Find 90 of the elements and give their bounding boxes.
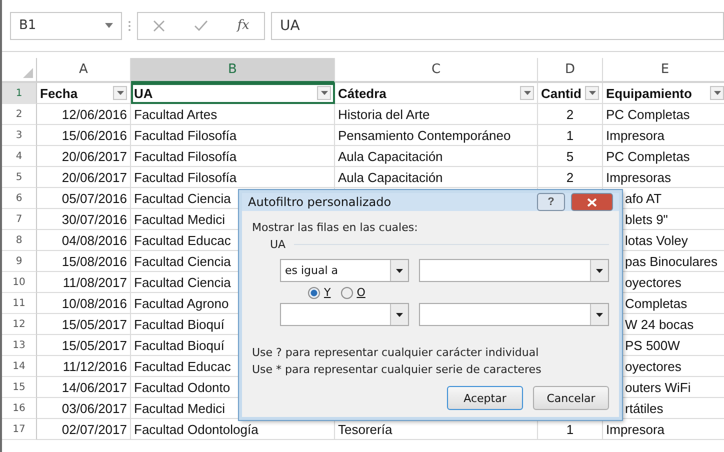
table-cell: PC Completas	[603, 146, 724, 167]
row-header[interactable]: 8	[2, 230, 37, 251]
table-cell: PC Completas	[603, 104, 724, 125]
table-cell: Aula Capacitación	[335, 146, 538, 167]
row-header[interactable]: 6	[2, 188, 37, 209]
row-header[interactable]: 11	[2, 293, 37, 314]
table-cell: 15/06/2016	[37, 125, 131, 146]
header-cell[interactable]: UA	[131, 83, 335, 104]
field-label: UA	[270, 238, 286, 251]
table-cell: Facultad Filosofía	[131, 167, 335, 188]
table-cell: Facultad Artes	[131, 104, 335, 125]
check-icon[interactable]	[194, 20, 208, 31]
column-header[interactable]: A	[37, 58, 131, 83]
header-cell[interactable]: Cantid	[538, 83, 603, 104]
accept-button[interactable]: Aceptar	[447, 386, 523, 410]
close-icon	[587, 198, 597, 206]
grip-icon	[128, 20, 131, 32]
filter-dropdown-icon	[320, 91, 328, 95]
row-header[interactable]: 14	[2, 356, 37, 377]
filter-dropdown-icon	[714, 91, 720, 95]
filter-button[interactable]	[317, 86, 331, 100]
value-combo[interactable]	[419, 259, 609, 282]
filter-dropdown-icon	[524, 91, 530, 95]
row-header[interactable]: 3	[2, 125, 37, 146]
help-button[interactable]: ?	[537, 193, 565, 211]
row-header[interactable]: 1	[2, 83, 37, 104]
table-cell: Aula Capacitación	[335, 167, 538, 188]
table-cell: Facultad Filosofía	[131, 146, 335, 167]
cancel-icon[interactable]	[152, 20, 165, 32]
row-header[interactable]: 13	[2, 335, 37, 356]
filter-button[interactable]	[520, 86, 534, 100]
row-header[interactable]: 7	[2, 209, 37, 230]
table-cell: 1	[538, 125, 603, 146]
table-cell: Impresoras	[603, 167, 724, 188]
column-header[interactable]: B	[131, 58, 335, 83]
dropdown-icon	[105, 23, 113, 28]
table-cell: 11/12/2016	[37, 356, 131, 377]
table-cell: Historia del Arte	[335, 104, 538, 125]
table-cell: 04/08/2016	[37, 230, 131, 251]
table-cell: 15/05/2017	[37, 314, 131, 335]
row-header[interactable]: 4	[2, 146, 37, 167]
table-cell: 20/06/2017	[37, 167, 131, 188]
row-header[interactable]: 9	[2, 251, 37, 272]
table-cell: Pensamiento Contemporáneo	[335, 125, 538, 146]
row-header[interactable]: 10	[2, 272, 37, 293]
table-cell: Impresora	[603, 125, 724, 146]
table-cell: 10/08/2016	[37, 293, 131, 314]
dropdown-icon	[396, 312, 404, 316]
table-cell: 15/08/2016	[37, 251, 131, 272]
table-cell: 05/07/2016	[37, 188, 131, 209]
table-cell: 03/06/2017	[37, 398, 131, 419]
table-cell: 2	[538, 167, 603, 188]
row-header[interactable]: 17	[2, 419, 37, 440]
row-header[interactable]: 5	[2, 167, 37, 188]
operator-combo[interactable]: es igual a	[280, 259, 410, 282]
table-cell: 15/05/2017	[37, 335, 131, 356]
header-cell[interactable]: Equipamiento	[603, 83, 724, 104]
table-cell: 20/06/2017	[37, 146, 131, 167]
close-button[interactable]	[571, 193, 613, 211]
insert-function-button[interactable]: fx	[237, 18, 250, 33]
join-radio[interactable]: O	[340, 286, 366, 299]
table-cell: 2	[538, 104, 603, 125]
name-box[interactable]: B1	[10, 12, 122, 40]
dropdown-icon	[396, 268, 404, 272]
row-header[interactable]: 2	[2, 104, 37, 125]
table-cell: 02/07/2017	[37, 419, 131, 440]
dropdown-icon	[596, 312, 603, 316]
filter-button[interactable]	[113, 86, 127, 100]
row-header[interactable]: 12	[2, 314, 37, 335]
row-header[interactable]: 15	[2, 377, 37, 398]
column-header[interactable]: C	[335, 58, 538, 83]
filter-dropdown-icon	[588, 91, 596, 95]
dropdown-icon	[596, 268, 603, 272]
column-header[interactable]: D	[538, 58, 603, 83]
cancel-button[interactable]: Cancelar	[533, 386, 609, 410]
table-cell: 5	[538, 146, 603, 167]
operator-combo[interactable]	[280, 303, 410, 326]
table-cell: 14/06/2017	[37, 377, 131, 398]
header-cell[interactable]: Fecha	[37, 83, 131, 104]
value-combo[interactable]	[419, 303, 609, 326]
formula-input[interactable]: UA	[271, 12, 724, 40]
table-cell: 12/06/2016	[37, 104, 131, 125]
filter-button[interactable]	[585, 86, 599, 100]
table-cell: 11/08/2017	[37, 272, 131, 293]
filter-button[interactable]	[710, 86, 724, 100]
header-cell[interactable]: Cátedra	[335, 83, 538, 104]
filter-dropdown-icon	[116, 91, 124, 95]
table-cell: Facultad Filosofía	[131, 125, 335, 146]
row-header[interactable]: 16	[2, 398, 37, 419]
table-cell: 30/07/2016	[37, 209, 131, 230]
